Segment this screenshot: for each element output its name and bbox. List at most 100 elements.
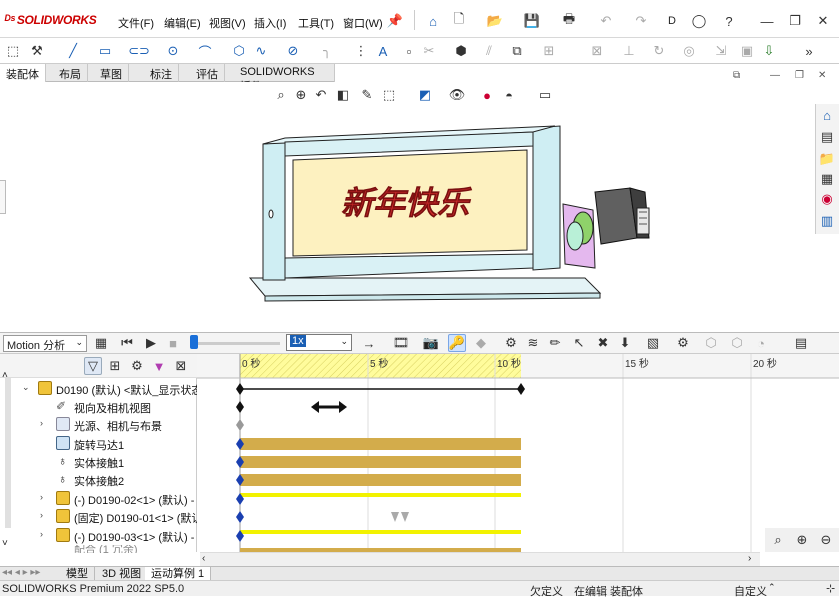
motor-time-bar[interactable]	[240, 438, 521, 450]
arc-icon[interactable]: ⌒	[196, 42, 214, 60]
force-icon[interactable]: ↖	[570, 334, 588, 352]
tree-item[interactable]: ♁ 实体接触1	[0, 453, 197, 471]
pattern-icon[interactable]: ⊠	[588, 42, 606, 60]
zoom-out-icon[interactable]: ⊖	[817, 531, 835, 549]
results-icon[interactable]: ▧	[644, 334, 662, 352]
display-style-icon[interactable]: ◩	[416, 86, 434, 104]
motion-study-type-select[interactable]: Motion 分析 ⌄	[3, 335, 87, 352]
mate-icon[interactable]: ⚒	[28, 42, 46, 60]
pin-icon[interactable]: 📌	[386, 12, 404, 30]
undo-icon[interactable]: ↶	[597, 12, 615, 30]
filter-driving-icon[interactable]: ⚙	[128, 357, 146, 375]
add-key-icon[interactable]: ◆	[472, 334, 490, 352]
playback-speed-select[interactable]: 1x ⌄	[286, 334, 352, 351]
resources-icon[interactable]: ⌂	[818, 106, 836, 124]
viewport-minimize-icon[interactable]: —	[770, 70, 780, 81]
sensor-icon[interactable]: ◔	[752, 334, 770, 352]
tree-item[interactable]: ✐ 视向及相机视图	[0, 398, 197, 416]
close-window-icon[interactable]: ✕	[814, 12, 832, 30]
fillet-icon[interactable]: ╮	[318, 42, 336, 60]
tree-item[interactable]: › 光源、相机与布景	[0, 416, 197, 434]
stretch-icon[interactable]: ⇲	[712, 42, 730, 60]
restore-window-icon[interactable]: ❐	[786, 12, 804, 30]
line-icon[interactable]: ╱	[64, 42, 82, 60]
part03-time-bar[interactable]	[240, 530, 521, 534]
playback-mode-icon[interactable]: →	[360, 334, 378, 352]
file-explorer-icon[interactable]: 📁	[818, 150, 836, 168]
scroll-right-icon[interactable]: ›	[748, 553, 751, 564]
tree-item[interactable]: 配合 (1 冗余)	[0, 545, 197, 553]
menu-edit[interactable]: 编辑(E)	[164, 15, 201, 31]
key-point[interactable]	[236, 419, 244, 431]
ellipse-icon[interactable]: ⊘	[284, 42, 302, 60]
filter-selected-icon[interactable]: ▼	[150, 357, 168, 375]
circle-icon[interactable]: ⊙	[164, 42, 182, 60]
rotate-icon[interactable]: ↻	[650, 42, 668, 60]
dynamic-annotation-icon[interactable]: ✎	[358, 86, 376, 104]
tree-item[interactable]: ⌄ D0190 (默认) <默认_显示状态	[0, 380, 197, 398]
autokey-icon[interactable]: 🔑	[448, 334, 466, 352]
tab-3d-view[interactable]: 3D 视图	[96, 567, 149, 581]
spring-icon[interactable]: ≋	[524, 334, 542, 352]
tab-motion-study[interactable]: 运动算例 1	[145, 567, 212, 581]
graphics-area[interactable]: ⧉ — ❐ ✕ 新年快乐	[0, 70, 826, 332]
motion-optimization-icon[interactable]: ⬡	[728, 334, 746, 352]
calculate-icon[interactable]: ▦	[92, 334, 110, 352]
zoom-fit-icon[interactable]: ⌕	[272, 86, 290, 104]
open-folder-icon[interactable]: 📂	[486, 12, 504, 30]
print-icon[interactable]: 🖶	[560, 11, 578, 30]
collapse-arrow-icon[interactable]: ⌄	[22, 382, 30, 393]
expand-arrow-icon[interactable]: ›	[40, 529, 43, 539]
save-icon[interactable]: 💾	[523, 12, 541, 30]
timeline-graphics[interactable]: 0 秒 5 秒 10 秒 15 秒 20 秒	[197, 354, 839, 552]
expand-arrow-icon[interactable]: ›	[40, 418, 43, 428]
previous-view-icon[interactable]: ↶	[312, 86, 330, 104]
tab-scroll-arrows-icon[interactable]: ◂◂ ◂ ▸ ▸▸	[2, 567, 40, 578]
zoom-in-icon[interactable]: ⊕	[793, 531, 811, 549]
key-point[interactable]	[236, 511, 244, 523]
text-icon[interactable]: A	[374, 42, 392, 60]
viewport-restore-icon[interactable]: ⧉	[733, 70, 740, 81]
scale-icon[interactable]: ◎	[680, 42, 698, 60]
viewport-maximize-icon[interactable]: ❐	[795, 70, 804, 81]
study-properties-icon[interactable]: ⚙	[674, 334, 692, 352]
point-icon[interactable]: ▫	[400, 42, 418, 60]
key-point[interactable]	[236, 401, 244, 413]
custom-properties-icon[interactable]: ▥	[818, 212, 836, 230]
spline-icon[interactable]: ∿	[252, 42, 270, 60]
more-tools-icon[interactable]: »	[800, 42, 818, 60]
menu-file[interactable]: 文件(F)	[118, 15, 154, 31]
key-point[interactable]	[236, 383, 244, 395]
tree-item[interactable]: 旋转马达1	[0, 435, 197, 453]
filter-animated-icon[interactable]: ⊞	[106, 357, 124, 375]
search-stub[interactable]: D	[668, 15, 676, 27]
tab-evaluate[interactable]: 评估	[190, 64, 225, 82]
insert-component-icon[interactable]: ⬚	[4, 42, 22, 60]
export-icon[interactable]: ⇩	[760, 42, 778, 60]
block-icon[interactable]: ⬢	[452, 42, 470, 60]
appearance-icon[interactable]: ●	[478, 86, 496, 104]
filter-results-icon[interactable]: ⊠	[172, 357, 190, 375]
status-menu-icon[interactable]: ⊹	[826, 582, 835, 595]
solidworks-logo[interactable]: ᴰˢ SOLIDWORKS	[4, 12, 97, 27]
play-from-start-icon[interactable]: ⏮	[118, 334, 136, 352]
image-icon[interactable]: ▣	[738, 42, 756, 60]
trim-icon[interactable]: ✂	[420, 42, 438, 60]
part02-time-bar[interactable]	[240, 493, 521, 497]
timeline-horizontal-scrollbar[interactable]: ‹ ›	[200, 552, 760, 566]
user-icon[interactable]: ◯	[690, 12, 708, 30]
relations-icon[interactable]: ⧉	[508, 42, 526, 60]
collapse-motion-manager-icon[interactable]: ▤	[792, 334, 810, 352]
home-icon[interactable]: ⌂	[424, 12, 442, 30]
units-selector[interactable]: 自定义	[734, 583, 767, 599]
contact2-time-bar[interactable]	[240, 474, 521, 486]
appearances-pane-icon[interactable]: ◉	[818, 190, 836, 208]
menu-window[interactable]: 窗口(W)	[343, 15, 383, 31]
gravity-icon[interactable]: ⬇	[616, 334, 634, 352]
zoom-to-fit-icon[interactable]: ⌕	[769, 531, 787, 549]
minimize-window-icon[interactable]: —	[758, 12, 776, 30]
scene-icon[interactable]: ◓	[500, 86, 518, 104]
section-view-icon[interactable]: ◧	[334, 86, 352, 104]
zoom-area-icon[interactable]: ⊕	[292, 86, 310, 104]
motor-icon[interactable]: ⚙	[502, 334, 520, 352]
